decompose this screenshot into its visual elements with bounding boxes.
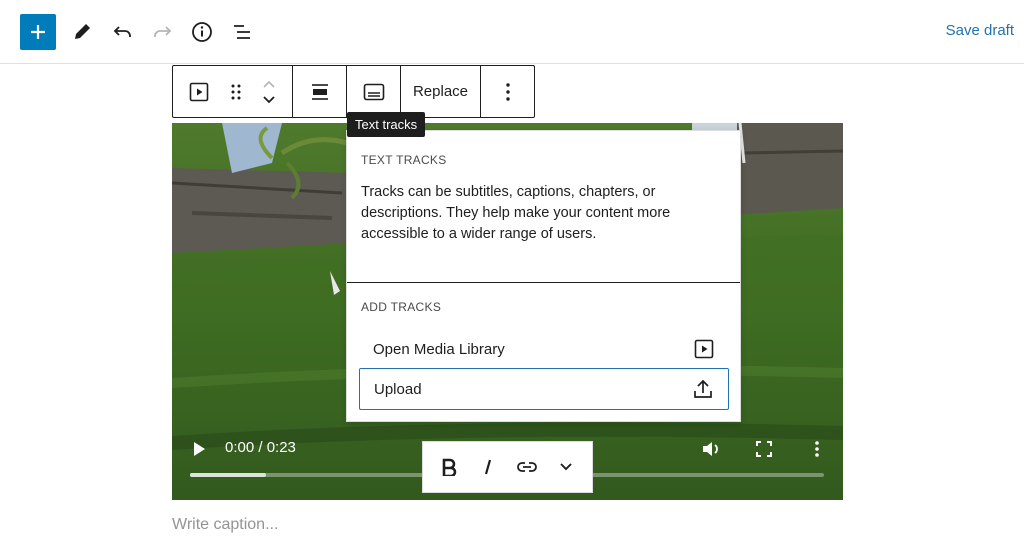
captions-icon [363, 83, 384, 100]
more-vertical-icon [505, 82, 510, 101]
play-button[interactable] [186, 436, 212, 462]
move-down-icon[interactable] [262, 95, 276, 105]
bold-icon [442, 458, 456, 476]
upload-icon [694, 379, 712, 398]
move-up-icon[interactable] [262, 79, 276, 89]
video-progress-fill [190, 473, 267, 477]
replace-button[interactable]: Replace [401, 66, 480, 117]
volume-button[interactable] [698, 436, 724, 462]
link-button[interactable] [509, 449, 545, 485]
text-tracks-popover: TEXT TRACKS Tracks can be subtitles, cap… [346, 130, 741, 422]
text-tracks-heading: TEXT TRACKS [361, 153, 447, 167]
upload-item[interactable]: Upload [359, 368, 729, 410]
video-options-button[interactable] [804, 436, 830, 462]
options-group [481, 66, 534, 117]
add-tracks-heading: ADD TRACKS [361, 300, 442, 314]
editor-header: Save draft [0, 0, 1024, 64]
bold-button[interactable] [431, 449, 467, 485]
text-tracks-group [347, 66, 401, 117]
chevron-down-icon [560, 463, 573, 471]
italic-icon [484, 459, 491, 475]
block-toolbar: Replace [172, 65, 535, 118]
details-button[interactable] [184, 14, 220, 50]
plus-icon [31, 25, 45, 39]
add-block-button[interactable] [20, 14, 56, 50]
more-vertical-icon [815, 441, 819, 457]
move-buttons [247, 66, 291, 117]
replace-label: Replace [412, 83, 469, 100]
media-library-icon [694, 339, 714, 359]
divider [347, 282, 740, 283]
redo-button[interactable] [144, 14, 180, 50]
video-time: 0:00 / 0:23 [225, 439, 296, 456]
align-group [293, 66, 347, 117]
align-icon [311, 83, 328, 100]
upload-label: Upload [374, 380, 422, 398]
list-view-icon [234, 25, 250, 39]
edit-tools-button[interactable] [64, 14, 100, 50]
video-block-icon [189, 82, 209, 101]
undo-button[interactable] [105, 14, 141, 50]
pencil-icon [75, 24, 90, 39]
italic-button[interactable] [470, 449, 506, 485]
caption-input[interactable]: Write caption... [172, 516, 278, 534]
text-tracks-tooltip: Text tracks [347, 112, 426, 137]
fullscreen-button[interactable] [751, 436, 777, 462]
caption-format-toolbar [422, 441, 593, 493]
drag-handle-icon [231, 84, 241, 99]
block-type-button[interactable] [173, 66, 225, 117]
save-draft-button[interactable]: Save draft [946, 22, 1014, 39]
open-media-library-label: Open Media Library [373, 340, 505, 358]
redo-icon [154, 26, 172, 37]
align-button[interactable] [293, 66, 346, 117]
more-formatting-button[interactable] [548, 449, 584, 485]
open-media-library-item[interactable]: Open Media Library [359, 328, 729, 370]
undo-icon [113, 26, 131, 37]
link-icon [517, 462, 538, 472]
list-view-button[interactable] [224, 14, 260, 50]
options-button[interactable] [481, 66, 534, 117]
text-tracks-description: Tracks can be subtitles, captions, chapt… [361, 184, 671, 242]
block-switcher-group [173, 66, 293, 117]
fullscreen-icon [756, 441, 772, 457]
info-icon [192, 22, 212, 42]
text-tracks-button[interactable] [347, 66, 400, 117]
drag-handle[interactable] [225, 66, 247, 117]
replace-group: Replace [401, 66, 481, 117]
play-icon [194, 442, 205, 456]
volume-icon [703, 442, 718, 456]
